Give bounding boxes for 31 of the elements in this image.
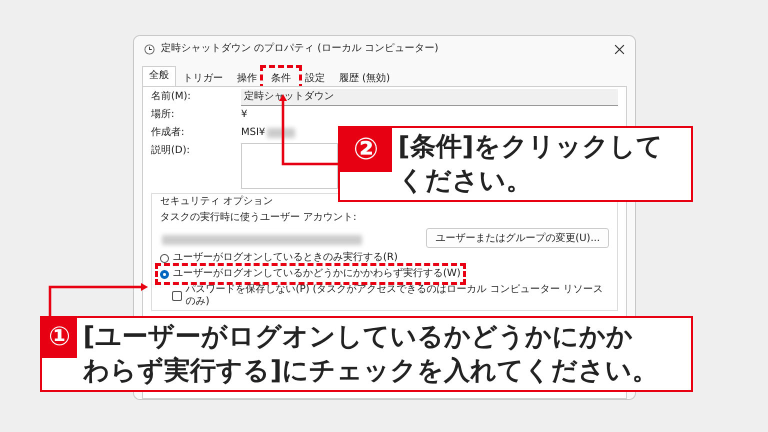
tab[interactable]: 操作 [230,69,264,86]
field-value: ¥ [241,108,248,121]
change-user-button[interactable]: ユーザーまたはグループの変更(U)... [426,228,609,248]
radio-option[interactable]: ユーザーがログオンしているときのみ実行する(R) [160,252,398,264]
clock-icon [144,44,155,54]
name-field[interactable]: 定時シャットダウン [241,89,618,106]
description-field[interactable] [241,143,338,189]
field-value: MSI¥ [241,126,266,139]
field-label: 作成者: [151,126,186,139]
callout-text: わらず実行する]にチェックを入れてください。 [83,355,658,388]
tab[interactable]: 設定 [298,69,332,86]
callout-text: ください。 [398,165,533,198]
step-number: ② [340,128,392,172]
field-label: 場所: [151,108,176,121]
field-label: 名前(M): [151,90,192,103]
tab[interactable]: 全般 [142,66,176,86]
close-icon[interactable] [614,44,625,54]
group-title: セキュリティ オプション [160,196,274,208]
account-label: タスクの実行時に使うユーザー アカウント: [160,212,358,224]
field-label: 説明(D): [151,144,191,157]
step-number: ① [42,318,77,358]
checkbox-option[interactable]: パスワードを保存しない(P) (タスクがアクセスできるのはローカル コンピューター リソースのみ) [172,284,609,308]
window-title: 定時シャットダウン のプロパティ (ローカル コンピューター) [161,43,440,55]
checkbox-icon[interactable] [172,291,182,301]
tab[interactable]: 履歴 (無効) [332,69,397,86]
callout-text: [条件]をクリックして [398,131,663,164]
radio-icon[interactable] [160,254,169,262]
tab[interactable]: トリガー [176,69,230,86]
radio-icon[interactable] [160,270,169,278]
callout-text: [ユーザーがログオンしているかどうかにかか [83,321,634,354]
radio-option[interactable]: ユーザーがログオンしているかどうかにかかわらず実行する(W) [160,268,461,280]
